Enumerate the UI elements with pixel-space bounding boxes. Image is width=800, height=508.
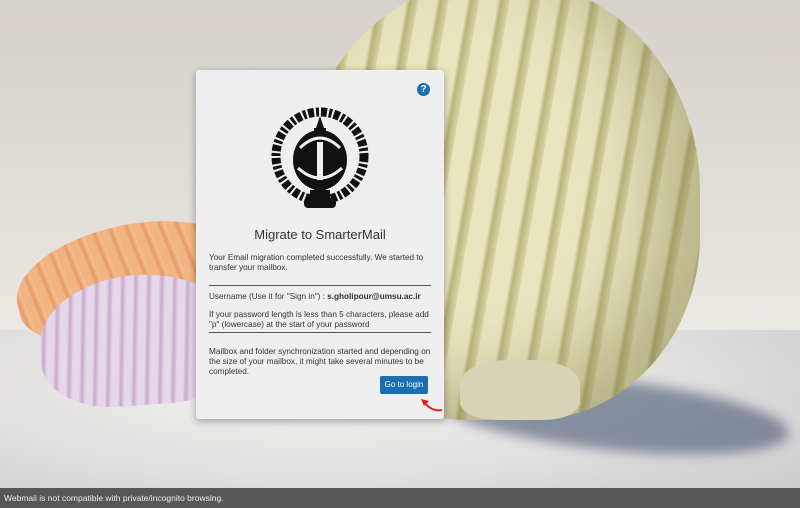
browser-warning-footer: Webmail is not compatible with private/i… (0, 488, 800, 508)
help-icon[interactable]: ? (417, 83, 430, 96)
large-shell-base (460, 360, 580, 420)
red-arrow-annotation (421, 399, 443, 412)
go-to-login-button[interactable]: Go to login (380, 376, 428, 394)
sync-note: Mailbox and folder synchronization start… (209, 347, 431, 376)
university-logo (271, 107, 369, 208)
username-label: Username (Use it for "Sign in") : (209, 292, 328, 301)
username-line: Username (Use it for "Sign in") : s.ghol… (209, 292, 431, 302)
divider (209, 332, 431, 333)
dialog-title: Migrate to SmarterMail (254, 227, 386, 242)
password-note: If your password length is less than 5 c… (209, 310, 429, 329)
username-value: s.gholipour@umsu.ac.ir (327, 292, 421, 301)
migration-dialog: ? Migrate to SmarterMail Your Email migr… (196, 70, 444, 419)
divider (209, 285, 431, 286)
success-message: Your Email migration completed successfu… (209, 253, 424, 272)
